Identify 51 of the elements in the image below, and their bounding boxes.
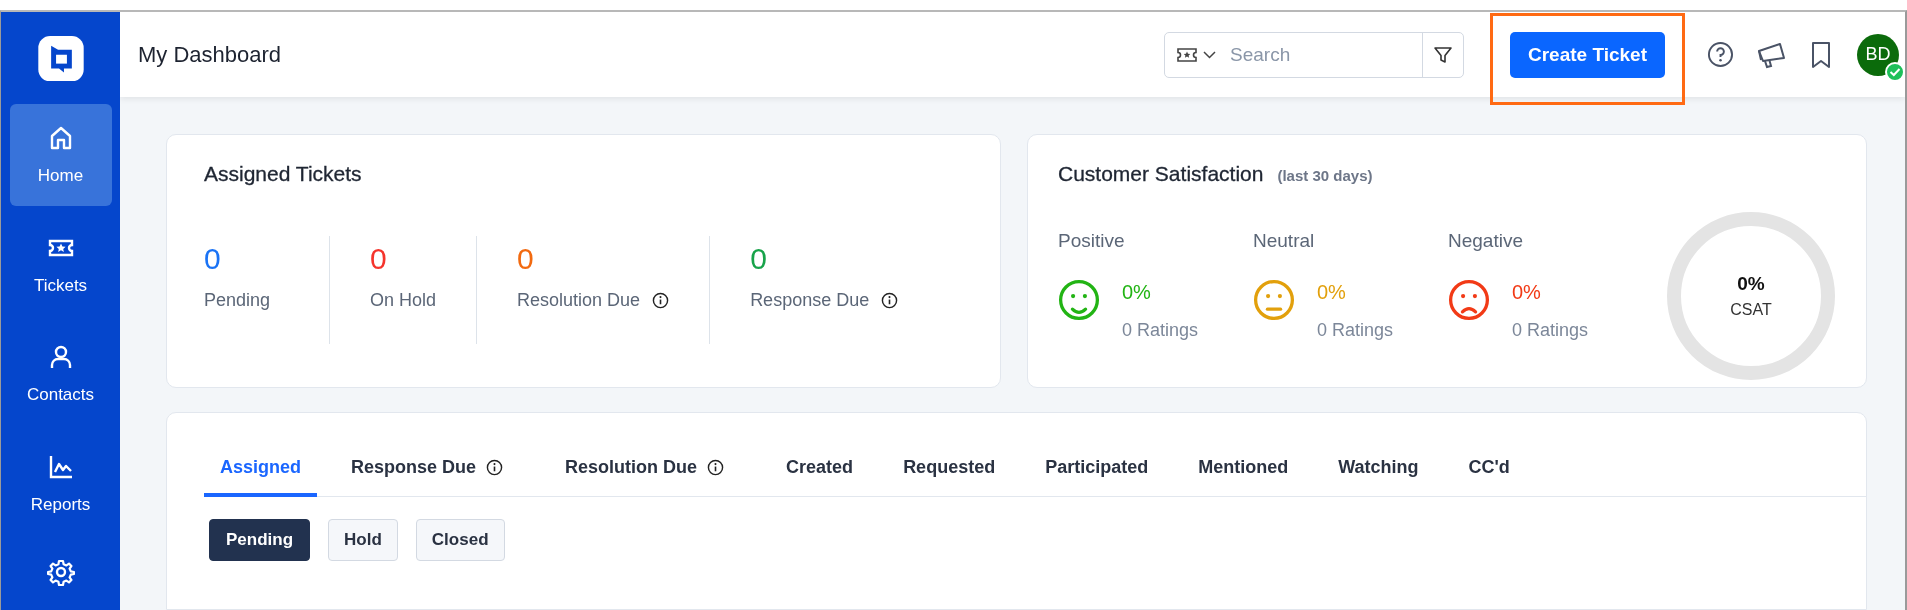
ticket-tab[interactable]: Assigned — [204, 453, 318, 497]
sidebar-item[interactable]: Contacts — [9, 323, 112, 426]
search-field[interactable]: Search — [1228, 42, 1422, 67]
stat-value: 0 — [370, 242, 388, 276]
ticket-tab[interactable]: Created — [770, 453, 870, 497]
stat-label: On Hold — [370, 290, 437, 311]
megaphone-icon[interactable] — [1756, 40, 1788, 69]
rating-count: 0 Ratings — [1317, 320, 1394, 341]
rating-percent: 0% — [1512, 281, 1542, 304]
rating-label: Neutral — [1253, 230, 1316, 252]
filter-icon[interactable] — [1433, 44, 1453, 65]
stat-value: 0 — [750, 242, 768, 276]
ticket-tab[interactable]: Watching — [1322, 453, 1435, 497]
status-filter-chip[interactable]: Closed — [415, 519, 505, 561]
ticket-tab[interactable]: Requested — [887, 453, 1012, 497]
stat-label: Response Due — [750, 290, 870, 311]
bookmark-icon[interactable] — [1810, 40, 1832, 69]
stat-label: Resolution Due — [517, 290, 641, 311]
search-bar[interactable]: Search — [1164, 31, 1464, 78]
rating-label: Negative — [1448, 230, 1524, 252]
sidebar-item[interactable]: Reports — [9, 433, 112, 535]
settings-icon — [46, 558, 75, 587]
card-title: Customer Satisfaction — [1058, 162, 1264, 186]
status-filter-chip[interactable]: Pending — [209, 519, 311, 561]
sidebar-item[interactable]: Home — [9, 104, 112, 206]
sidebar-item[interactable]: Tickets — [9, 214, 112, 316]
ticket-tab[interactable]: Resolution Due — [549, 453, 741, 497]
ticket-tab[interactable]: Participated — [1029, 453, 1165, 497]
ticket-tab[interactable]: CC'd — [1452, 453, 1526, 497]
rating-count: 0 Ratings — [1512, 320, 1589, 341]
user-avatar[interactable]: BD — [1857, 33, 1899, 76]
rating-percent: 0% — [1317, 281, 1347, 304]
ticket-tab[interactable]: Response Due — [335, 453, 520, 497]
csat-label: CSAT — [1730, 301, 1772, 319]
create-ticket-button[interactable]: Create Ticket — [1510, 31, 1665, 78]
ticket-tab[interactable]: Mentioned — [1182, 453, 1305, 497]
page-title: My Dashboard — [138, 41, 283, 68]
rating-count: 0 Ratings — [1122, 320, 1199, 341]
help-icon[interactable] — [1707, 41, 1734, 68]
period-label: (last 30 days) — [1277, 167, 1373, 184]
card-title: Assigned Tickets — [204, 162, 363, 186]
stat-label: Pending — [204, 290, 271, 311]
logo-icon — [37, 36, 84, 82]
ticket-icon — [1177, 47, 1197, 62]
rating-label: Positive — [1058, 230, 1126, 252]
status-filter-chip[interactable]: Hold — [328, 519, 398, 561]
stat-value: 0 — [517, 242, 535, 276]
stat-value: 0 — [204, 242, 222, 276]
chevron-down-icon — [1203, 50, 1216, 59]
csat-value: 0% — [1737, 273, 1765, 295]
rating-percent: 0% — [1122, 281, 1152, 304]
